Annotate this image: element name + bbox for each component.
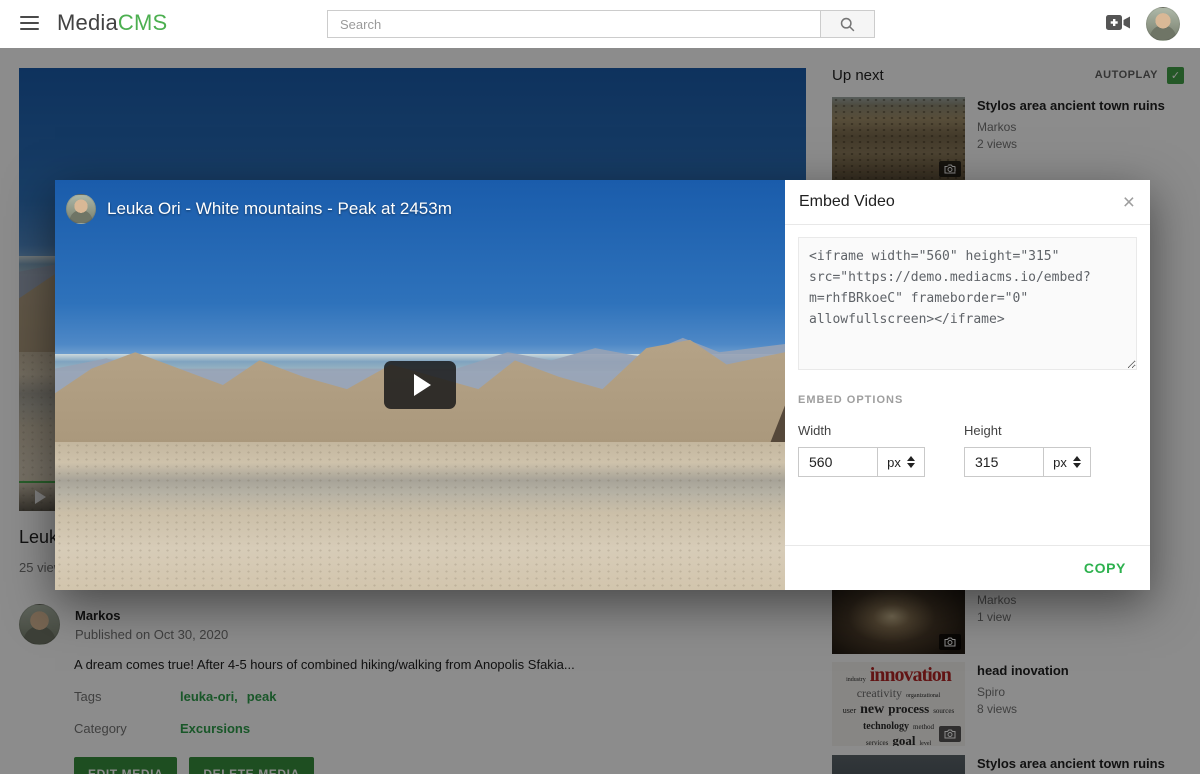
spinner-arrows-icon (1073, 456, 1081, 468)
copy-button[interactable]: COPY (1084, 560, 1126, 576)
play-icon (414, 374, 431, 396)
big-play-button[interactable] (384, 361, 456, 409)
search-icon (839, 16, 856, 33)
unit-label: px (887, 455, 901, 470)
unit-label: px (1053, 455, 1067, 470)
embed-video-modal: Leuka Ori - White mountains - Peak at 24… (55, 180, 1150, 590)
width-label: Width (798, 423, 964, 438)
preview-author-avatar (66, 194, 96, 224)
height-label: Height (964, 423, 1130, 438)
embed-options-panel: Embed Video × <iframe width="560" height… (785, 180, 1150, 590)
embed-preview-player[interactable]: Leuka Ori - White mountains - Peak at 24… (55, 180, 785, 590)
preview-video-title: Leuka Ori - White mountains - Peak at 24… (107, 199, 452, 219)
menu-icon[interactable] (20, 16, 39, 31)
close-icon[interactable]: × (1123, 192, 1135, 213)
search-input[interactable] (327, 10, 821, 38)
modal-title: Embed Video (799, 193, 895, 211)
embed-code-textarea[interactable]: <iframe width="560" height="315" src="ht… (798, 237, 1137, 370)
height-input[interactable] (964, 447, 1044, 477)
top-bar: MediaCMS (0, 0, 1200, 48)
width-input[interactable] (798, 447, 878, 477)
search-button[interactable] (821, 10, 875, 38)
width-unit-select[interactable]: px (878, 447, 925, 477)
user-avatar[interactable] (1146, 7, 1180, 41)
brand-logo[interactable]: MediaCMS (57, 10, 167, 36)
spinner-arrows-icon (907, 456, 915, 468)
foreground-sand (55, 442, 785, 590)
embed-options-label: EMBED OPTIONS (798, 394, 1137, 406)
height-unit-select[interactable]: px (1044, 447, 1091, 477)
mediacms-page: Leuka Ori - White mountains - Peak at 24… (0, 0, 1200, 774)
video-upload-icon[interactable] (1106, 14, 1130, 36)
